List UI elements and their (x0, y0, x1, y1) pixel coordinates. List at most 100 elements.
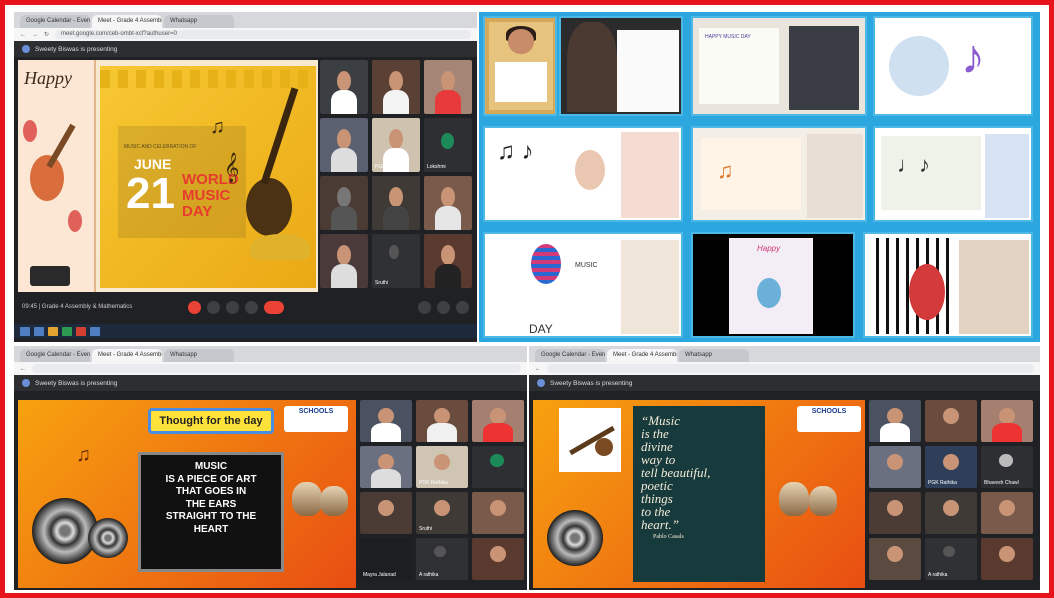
participant-tile[interactable] (925, 492, 977, 534)
participant-tile[interactable]: PGK Rathika (372, 118, 420, 172)
tab-whatsapp[interactable]: Whatsapp (164, 15, 234, 28)
participant-tile[interactable]: A rathika (925, 538, 977, 580)
participant-tile[interactable] (981, 538, 1033, 580)
taskbar-app-icon[interactable] (76, 326, 86, 336)
reload-icon[interactable]: ↻ (44, 31, 49, 38)
participant-tile[interactable]: Sruthi (416, 492, 468, 534)
back-icon[interactable]: ← (535, 366, 541, 372)
mic-button[interactable] (188, 300, 201, 314)
music-note-icon: ♫ (717, 158, 734, 183)
tab-meet[interactable]: Meet - Grade 4 Assembly & (92, 15, 162, 28)
tab-calendar[interactable]: Google Calendar - Event details (535, 349, 605, 362)
leaf-icon (23, 120, 37, 142)
participant-tile[interactable] (372, 60, 420, 114)
guitar-neck-icon (46, 123, 76, 169)
tabla-icon (809, 486, 837, 516)
tab-calendar[interactable]: Google Calendar - Event details (20, 349, 90, 362)
happy-panel: Happy (18, 60, 96, 292)
drawing-cell: HAPPY MUSIC DAY (691, 16, 867, 116)
participant-tile[interactable]: Sruthi (372, 234, 420, 288)
participant-tile[interactable] (372, 176, 420, 230)
tab-whatsapp[interactable]: Whatsapp (164, 349, 234, 362)
tab-meet[interactable]: Meet - Grade 4 Assembly & (92, 349, 162, 362)
participant-tile[interactable] (925, 400, 977, 442)
taskbar-app-icon[interactable] (90, 326, 100, 336)
back-icon[interactable]: ← (20, 366, 26, 372)
participant-tile[interactable] (472, 538, 524, 580)
tab-whatsapp[interactable]: Whatsapp (679, 349, 749, 362)
back-icon[interactable]: ← (20, 32, 26, 38)
guitar-icon (909, 264, 945, 320)
participant-tile[interactable] (472, 446, 524, 488)
participant-tile[interactable]: Bhavesh Chawl (981, 446, 1033, 488)
participant-tile[interactable]: PGK Rathika (925, 446, 977, 488)
url-field[interactable]: meet.google.com/ceb-ombt-xcf?authuser=0 (55, 30, 471, 39)
chat-button[interactable] (456, 300, 469, 314)
drawing-cell (559, 16, 683, 116)
presenter-avatar-icon (22, 45, 30, 53)
browser-tabs: Google Calendar - Event details Meet - G… (14, 12, 477, 28)
info-button[interactable] (418, 300, 431, 314)
participant-tile[interactable]: PGK Rathika (416, 446, 468, 488)
taskbar-app-icon[interactable] (62, 326, 72, 336)
present-button[interactable] (226, 300, 239, 314)
drawings-collage: HAPPY MUSIC DAY ♪ ♫ ♪ ♫ ♩♪ MUSIC DAY Happ… (479, 12, 1040, 342)
people-button[interactable] (437, 300, 450, 314)
participant-tile[interactable] (416, 400, 468, 442)
happy-text: Happy (24, 68, 72, 88)
quote-slide: “Music is the divine way to tell beautiful, p… (533, 400, 865, 588)
participant-tile[interactable]: Lokshmi (424, 118, 472, 172)
participant-tile[interactable] (981, 492, 1033, 534)
day-text: DAY (182, 203, 213, 220)
participant-tile[interactable] (424, 234, 472, 288)
taskbar-app-icon[interactable] (34, 326, 44, 336)
meet-controls: 09:45 | Grade 4 Assembly & Mathematics (14, 297, 477, 317)
presenting-label: Sweety Biswas is presenting (35, 45, 118, 53)
presenting-label: Sweety Biswas is presenting (35, 379, 118, 387)
more-options-button[interactable] (245, 300, 258, 314)
participant-tile[interactable] (320, 118, 368, 172)
browser-tabs: Google Calendar - Event details Meet - G… (529, 346, 1040, 362)
participant-tile[interactable] (320, 234, 368, 288)
participant-tile[interactable] (869, 446, 921, 488)
presentation-area: Happy MUSIC AND CELEBRATION OF JUNE 21 W… (18, 60, 318, 292)
thought-title: Thought for the day (148, 408, 274, 434)
participant-tile[interactable] (320, 60, 368, 114)
music-label: MUSIC (575, 262, 598, 269)
start-icon[interactable] (20, 326, 30, 336)
participant-tile[interactable] (869, 492, 921, 534)
presenting-label: Sweety Biswas is presenting (550, 379, 633, 387)
participant-tile[interactable] (472, 492, 524, 534)
participant-tile[interactable] (981, 400, 1033, 442)
participant-tile[interactable]: Mayra Jalanad (360, 538, 412, 580)
tab-calendar[interactable]: Google Calendar - Event details (20, 15, 90, 28)
leave-call-button[interactable] (264, 300, 284, 314)
participant-grid: PGK Rathika Sruthi Mayra Jalanad A rathi… (360, 400, 525, 588)
tabla-icon (779, 482, 809, 516)
url-field[interactable] (547, 364, 1034, 373)
drawing-cell: Happy (691, 232, 855, 338)
participant-tile[interactable] (869, 400, 921, 442)
taskbar-app-icon[interactable] (48, 326, 58, 336)
participant-tile[interactable] (424, 176, 472, 230)
speaker-icon (88, 518, 128, 558)
guitar-neck-icon (260, 87, 299, 185)
participant-tile[interactable] (360, 492, 412, 534)
speaker-icon (547, 510, 603, 566)
participant-tile[interactable] (869, 538, 921, 580)
participant-tile[interactable] (472, 400, 524, 442)
school-badge (30, 266, 70, 286)
camera-button[interactable] (207, 300, 220, 314)
forward-icon[interactable]: → (32, 32, 38, 38)
url-field[interactable] (32, 364, 521, 373)
participant-tile[interactable] (360, 446, 412, 488)
participant-tile[interactable] (424, 60, 472, 114)
participant-tile[interactable] (320, 176, 368, 230)
music-note-icon: ♪ (961, 31, 985, 84)
tab-meet[interactable]: Meet - Grade 4 Assembly & (607, 349, 677, 362)
participant-tile[interactable]: A rathika (416, 538, 468, 580)
address-bar: ← → ↻ meet.google.com/ceb-ombt-xcf?authu… (14, 28, 477, 41)
presenter-avatar-icon (537, 379, 545, 387)
drawing-cell (483, 16, 557, 116)
participant-tile[interactable] (360, 400, 412, 442)
